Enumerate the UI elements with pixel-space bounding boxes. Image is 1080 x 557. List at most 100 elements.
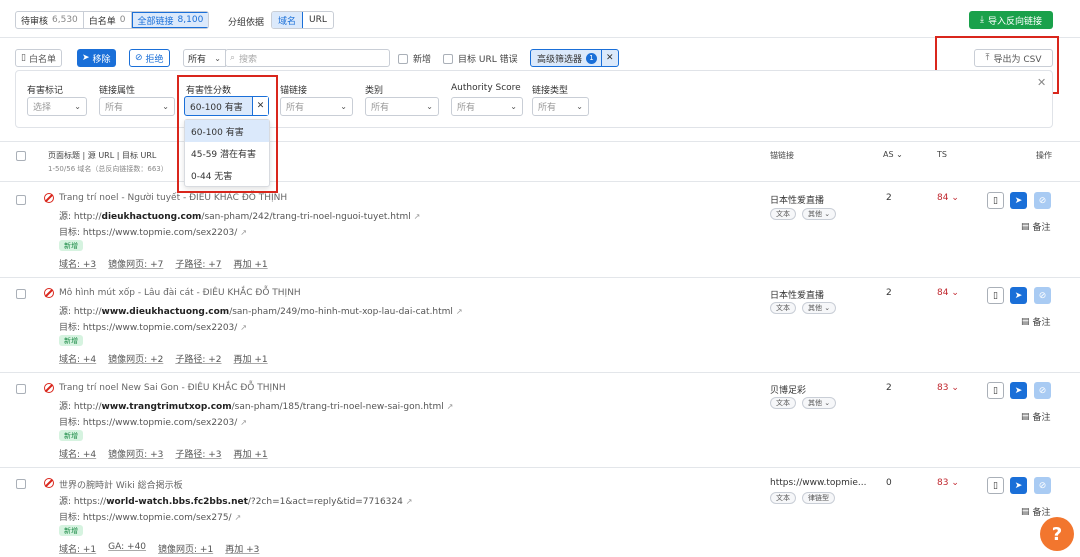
filter-link-attr-select[interactable]: 所有 ⌄ bbox=[99, 97, 175, 116]
note-button[interactable]: ▤ 备注 bbox=[1021, 315, 1051, 329]
toxic-score[interactable]: 84 ⌄ bbox=[937, 193, 959, 203]
group-by-label: 分组依据 bbox=[228, 18, 265, 28]
toxic-score-value: 83 bbox=[937, 383, 949, 393]
remove-row-button[interactable]: ➤ bbox=[1010, 192, 1027, 209]
expand-domain-link[interactable]: 域名: +4 bbox=[59, 352, 96, 365]
note-button[interactable]: ▤ 备注 bbox=[1021, 410, 1051, 424]
expand-domain-link[interactable]: 域名: +4 bbox=[59, 447, 96, 460]
remove-row-button[interactable]: ➤ bbox=[1010, 382, 1027, 399]
group-url[interactable]: URL bbox=[303, 12, 333, 28]
expand-subpath-link[interactable]: 子路径: +7 bbox=[175, 257, 221, 270]
external-link-icon[interactable]: ↗ bbox=[447, 402, 454, 411]
whitelist-row-button[interactable]: ▯ bbox=[987, 382, 1004, 399]
filter-value: 选择 bbox=[33, 103, 52, 113]
whitelist-row-button[interactable]: ▯ bbox=[987, 477, 1004, 494]
target-url[interactable]: https://www.topmie.com/sex2203/ bbox=[83, 418, 237, 428]
remove-button[interactable]: ➤ 移除 bbox=[77, 49, 116, 67]
row-checkbox[interactable] bbox=[16, 479, 26, 489]
filter-authority-select[interactable]: 所有 ⌄ bbox=[451, 97, 523, 116]
source-domain[interactable]: www.dieukhactuong.com bbox=[102, 307, 230, 317]
target-url[interactable]: https://www.topmie.com/sex275/ bbox=[83, 513, 232, 523]
search-input[interactable]: ⌕ 搜索 bbox=[225, 49, 390, 67]
filter-toxic-mark-select[interactable]: 选择 ⌄ bbox=[27, 97, 87, 116]
tab-all[interactable]: 全部链接 8,100 bbox=[131, 12, 209, 28]
select-all-checkbox[interactable] bbox=[16, 151, 26, 161]
expand-more-link[interactable]: 再加 +1 bbox=[234, 352, 268, 365]
link-attr-pill[interactable]: 其他 ⌄ bbox=[802, 208, 837, 220]
tab-pending[interactable]: 待审核 6,530 bbox=[16, 12, 84, 28]
whitelist-row-button[interactable]: ▯ bbox=[987, 192, 1004, 209]
external-link-icon[interactable]: ↗ bbox=[406, 497, 413, 506]
whitelist-button[interactable]: ▯ 白名单 bbox=[15, 49, 62, 67]
source-domain[interactable]: world-watch.bbs.fc2bbs.net bbox=[106, 497, 248, 507]
toxic-score[interactable]: 83 ⌄ bbox=[937, 383, 959, 393]
target-url[interactable]: https://www.topmie.com/sex2203/ bbox=[83, 323, 237, 333]
external-link-icon[interactable]: ↗ bbox=[240, 418, 247, 427]
group-domain[interactable]: 域名 bbox=[272, 12, 304, 28]
toxic-score[interactable]: 84 ⌄ bbox=[937, 288, 959, 298]
link-attr-pill[interactable]: 其他 ⌄ bbox=[802, 302, 837, 314]
reject-row-button[interactable]: ⊘ bbox=[1034, 382, 1051, 399]
expand-more-link[interactable]: 再加 +3 bbox=[225, 542, 259, 555]
close-icon[interactable]: ✕ bbox=[1037, 76, 1046, 89]
target-error-checkbox[interactable]: 目标 URL 错误 bbox=[443, 52, 518, 65]
divider bbox=[0, 372, 1080, 373]
expand-domain-link[interactable]: 域名: +3 bbox=[59, 257, 96, 270]
reject-row-button[interactable]: ⊘ bbox=[1034, 287, 1051, 304]
toxic-score-value: 84 bbox=[937, 288, 949, 298]
note-button[interactable]: ▤ 备注 bbox=[1021, 220, 1051, 234]
external-link-icon[interactable]: ↗ bbox=[456, 307, 463, 316]
expand-mirror-link[interactable]: 镜像网页: +7 bbox=[108, 257, 163, 270]
expand-domain-link[interactable]: 域名: +1 bbox=[59, 542, 96, 555]
block-icon: ⊘ bbox=[135, 53, 143, 63]
note-button[interactable]: ▤ 备注 bbox=[1021, 505, 1051, 519]
expand-subpath-link[interactable]: 子路径: +3 bbox=[175, 447, 221, 460]
target-url[interactable]: https://www.topmie.com/sex2203/ bbox=[83, 228, 237, 238]
row-title[interactable]: 世界の腕時計 Wiki 総合掲示板 bbox=[59, 478, 183, 491]
col-actions-header: 操作 bbox=[1036, 151, 1052, 160]
row-title[interactable]: Trang trí noel New Sai Gon - ĐIÊU KHẮC Đ… bbox=[59, 383, 286, 393]
expand-subpath-link[interactable]: 子路径: +2 bbox=[175, 352, 221, 365]
external-link-icon[interactable]: ↗ bbox=[240, 228, 247, 237]
row-checkbox[interactable] bbox=[16, 289, 26, 299]
col-as-header[interactable]: AS ⌄ bbox=[883, 150, 903, 159]
expand-mirror-link[interactable]: 镜像网页: +2 bbox=[108, 352, 163, 365]
reject-row-button[interactable]: ⊘ bbox=[1034, 477, 1051, 494]
close-icon[interactable]: ✕ bbox=[601, 50, 618, 66]
row-title[interactable]: Trang trí noel - Người tuyết - ĐIÊU KHẮC… bbox=[59, 193, 287, 203]
filter-category-select[interactable]: 所有 ⌄ bbox=[365, 97, 439, 116]
expand-mirror-link[interactable]: 镜像网页: +1 bbox=[158, 542, 213, 555]
source-domain[interactable]: dieukhactuong.com bbox=[102, 212, 202, 222]
external-link-icon[interactable]: ↗ bbox=[414, 212, 421, 221]
help-button[interactable]: ? bbox=[1040, 517, 1074, 551]
filter-link-type-select[interactable]: 所有 ⌄ bbox=[532, 97, 589, 116]
col-page-subheader: 1-50/56 域名（总反向链接数：663） bbox=[48, 165, 168, 173]
scope-select[interactable]: 所有 ⌄ bbox=[183, 49, 226, 67]
expand-ga-link[interactable]: GA: +40 bbox=[108, 542, 146, 555]
row-checkbox[interactable] bbox=[16, 384, 26, 394]
import-backlinks-button[interactable]: ⤓ 导入反向链接 bbox=[969, 11, 1053, 29]
tab-whitelist[interactable]: 白名单 0 bbox=[84, 12, 132, 28]
filter-anchor-select[interactable]: 所有 ⌄ bbox=[280, 97, 353, 116]
external-link-icon[interactable]: ↗ bbox=[240, 323, 247, 332]
toxic-score[interactable]: 83 ⌄ bbox=[937, 478, 959, 488]
remove-row-button[interactable]: ➤ bbox=[1010, 287, 1027, 304]
advanced-filter-button[interactable]: 高级筛选器 1 ✕ bbox=[530, 49, 619, 67]
new-checkbox[interactable]: 新增 bbox=[398, 52, 431, 65]
row-title[interactable]: Mô hình mút xốp - Lâu đài cát - ĐIÊU KHẮ… bbox=[59, 288, 301, 298]
whitelist-row-button[interactable]: ▯ bbox=[987, 287, 1004, 304]
link-attr-pill[interactable]: 其他 ⌄ bbox=[802, 397, 837, 409]
source-domain[interactable]: www.trangtrimutxop.com bbox=[102, 402, 232, 412]
row-target: 目标: https://www.topmie.com/sex2203/ ↗ bbox=[59, 415, 247, 428]
checkbox[interactable] bbox=[398, 53, 408, 64]
expand-mirror-link[interactable]: 镜像网页: +3 bbox=[108, 447, 163, 460]
checkbox[interactable] bbox=[443, 53, 453, 64]
expand-more-link[interactable]: 再加 +1 bbox=[234, 257, 268, 270]
chevron-down-icon: ⌄ bbox=[951, 383, 959, 393]
expand-more-link[interactable]: 再加 +1 bbox=[234, 447, 268, 460]
reject-row-button[interactable]: ⊘ bbox=[1034, 192, 1051, 209]
external-link-icon[interactable]: ↗ bbox=[234, 513, 241, 522]
row-checkbox[interactable] bbox=[16, 195, 26, 205]
remove-row-button[interactable]: ➤ bbox=[1010, 477, 1027, 494]
reject-button[interactable]: ⊘ 拒绝 bbox=[129, 49, 170, 67]
